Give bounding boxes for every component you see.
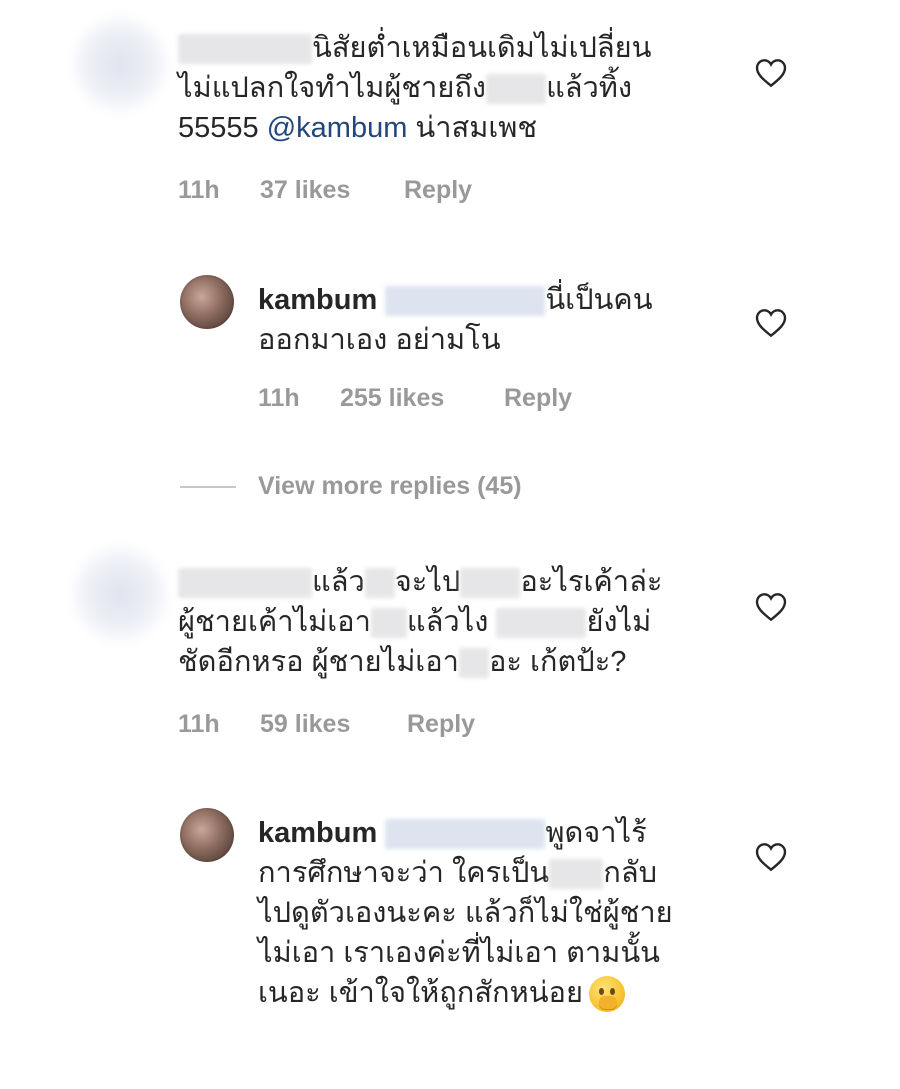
like-heart-icon[interactable] [755, 842, 787, 872]
like-heart-icon[interactable] [755, 308, 787, 338]
comment-text: kambum พูดจาไร้ การศึกษาจะว่า ใครเป็น กลั… [258, 813, 673, 1013]
comment-text-line: เนอะ เข้าใจให้ถูกสักหน่อย [258, 977, 583, 1009]
comment-text-line: การศึกษาจะว่า ใครเป็น [258, 857, 550, 889]
comment-text-line: ผู้ชายเค้าไม่เอา [178, 606, 371, 638]
comment-text-line: นิสัยต่ำเหมือนเดิมไม่เปลี่ยน [312, 32, 652, 64]
timestamp: 11h [178, 710, 220, 738]
avatar[interactable] [180, 275, 234, 329]
face-with-hand-over-mouth-icon [588, 976, 625, 1013]
comment-text: นิสัยต่ำเหมือนเดิมไม่เปลี่ยน ไม่แปลกใจทำ… [178, 28, 652, 148]
timestamp: 11h [178, 176, 220, 204]
redacted-mention [385, 286, 546, 317]
comment-text-line: ไม่แปลกใจทำไมผู้ชายถึง [178, 72, 487, 104]
comment-text-line: แล้ว [312, 566, 365, 598]
comment-text-line: ไปดูตัวเองนะคะ แล้วก็ไม่ใช่ผู้ชาย [258, 897, 673, 929]
comment-text-line: พูดจาไร้ [545, 817, 647, 849]
redacted-mention [385, 819, 546, 850]
username[interactable]: kambum [258, 284, 377, 316]
like-count[interactable]: 255 likes [340, 384, 444, 413]
view-more-replies-label[interactable]: View more replies (45) [258, 472, 522, 501]
comment-text-line: จะไป [394, 566, 461, 598]
redacted-username [178, 34, 312, 65]
like-heart-icon[interactable] [755, 58, 787, 88]
comment-text-line: 55555 [178, 112, 259, 144]
avatar[interactable] [180, 808, 234, 862]
like-count[interactable]: 37 likes [260, 176, 350, 205]
redacted-username [178, 568, 312, 599]
comment-text: แล้ว จะไป อะไรเค้าล่ะ ผู้ชายเค้าไม่เอา แล้ว… [178, 562, 662, 682]
comment-text-line: ยังไม่ [586, 606, 652, 638]
redacted-text [364, 568, 395, 599]
like-heart-icon[interactable] [755, 592, 787, 622]
comment-text-line: น่าสมเพช [415, 112, 538, 144]
reply-button[interactable]: Reply [504, 384, 572, 413]
redacted-text [460, 568, 521, 599]
comment-text-line: ไม่เอา เราเองค่ะที่ไม่เอา ตามนั้น [258, 937, 660, 969]
avatar[interactable] [74, 548, 166, 640]
comment-text-line: อะไรเค้าล่ะ [520, 566, 663, 598]
redacted-text [549, 859, 604, 890]
redacted-text [370, 608, 407, 639]
avatar[interactable] [74, 18, 166, 110]
divider-line [180, 486, 236, 488]
mention-link[interactable]: @kambum [267, 112, 408, 144]
like-count[interactable]: 59 likes [260, 710, 350, 739]
username[interactable]: kambum [258, 817, 377, 849]
comment-text-line: ออกมาเอง อย่ามโน [258, 324, 501, 356]
redacted-text [496, 608, 587, 639]
comment-text-line: นี่เป็นคน [545, 284, 653, 316]
timestamp: 11h [258, 384, 300, 412]
comment-text-line: ชัดอีกหรอ ผู้ชายไม่เอา [178, 646, 459, 678]
redacted-text [486, 74, 547, 105]
reply-button[interactable]: Reply [407, 710, 475, 739]
redacted-text [458, 648, 489, 679]
comment-text-line: แล้วทิ้ง [546, 72, 633, 104]
comment-text-line: แล้วไง [406, 606, 489, 638]
comment-text-line: อะ เก้ตป้ะ? [488, 646, 627, 678]
view-more-replies[interactable]: View more replies (45) [0, 472, 900, 502]
comment-text-line: กลับ [603, 857, 658, 889]
reply-button[interactable]: Reply [404, 176, 472, 205]
comment-text: kambum นี่เป็นคน ออกมาเอง อย่ามโน [258, 280, 653, 360]
